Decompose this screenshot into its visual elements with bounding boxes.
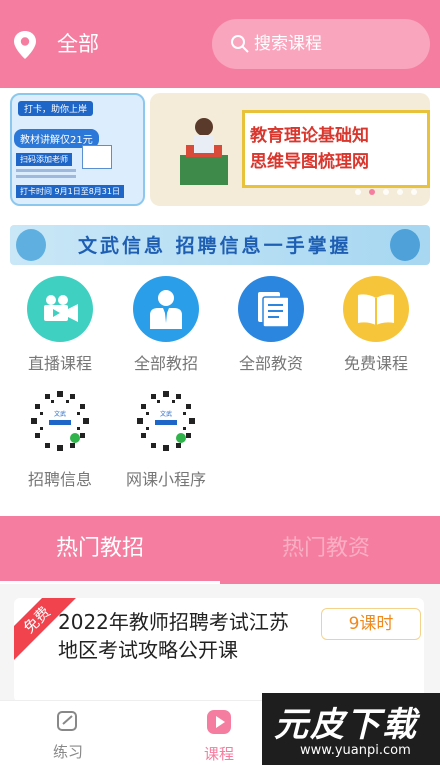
carousel-dot[interactable] (355, 189, 361, 195)
grid-item-online-course-miniprogram[interactable]: 文武 网课小程序 (118, 388, 214, 490)
location-selector[interactable]: 全部 (57, 30, 99, 58)
banner-card-left[interactable]: 打卡，助你上岸 教材讲解仅21元 扫码添加老师 打卡时间 9月1日至8月31日 (10, 93, 145, 206)
banner-qr-icon (82, 145, 112, 169)
carousel-dot[interactable] (383, 189, 389, 195)
video-camera-icon (27, 276, 93, 342)
document-icon (238, 276, 304, 342)
grid-label: 招聘信息 (27, 470, 92, 489)
grid-item-free-course[interactable]: 免费课程 (328, 276, 424, 374)
grid-item-all-recruitment[interactable]: 全部教招 (118, 276, 214, 374)
grid-item-all-qualification[interactable]: 全部教资 (223, 276, 319, 374)
home-content: 打卡，助你上岸 教材讲解仅21元 扫码添加老师 打卡时间 9月1日至8月31日 … (0, 88, 440, 516)
grid-label: 全部教资 (238, 354, 303, 373)
student-illustration-icon (180, 118, 228, 185)
tab-hot-qualification[interactable]: 热门教资 (282, 534, 370, 564)
nav-course[interactable]: 课程 (189, 709, 249, 764)
banner-tag-top: 打卡，助你上岸 (18, 101, 94, 116)
nav-practice[interactable]: 练习 (38, 709, 98, 762)
book-icon (343, 276, 409, 342)
banner-line (16, 175, 76, 178)
watermark-url: www.yuanpi.com (300, 743, 411, 758)
grid-item-live-course[interactable]: 直播课程 (12, 276, 108, 374)
recruitment-banner-text: 文武信息 招聘信息一手掌握 (78, 235, 352, 257)
mini-program-code-icon: 文武 (134, 389, 198, 453)
grid-label: 直播课程 (27, 354, 92, 373)
teacher-icon (133, 276, 199, 342)
watermark-brand-b: 下载 (346, 705, 418, 745)
person-illustration-icon (390, 229, 420, 261)
carousel-dot[interactable] (397, 189, 403, 195)
carousel-dot-active[interactable] (369, 189, 375, 195)
recruitment-info-banner[interactable]: 文武信息 招聘信息一手掌握 (10, 225, 430, 265)
banner-title-line1: 教育理论基础知 (250, 126, 369, 146)
grid-label: 免费课程 (343, 354, 408, 373)
person-illustration-icon (16, 229, 46, 261)
banner-title-line2: 思维导图梳理网 (250, 152, 369, 172)
course-title: 2022年教师招聘考试江苏地区考试攻略公开课 (58, 610, 289, 662)
site-watermark: 元皮下载 www.yuanpi.com (262, 693, 440, 765)
search-bar[interactable]: 搜索课程 (212, 19, 430, 69)
top-header: 全部 搜索课程 (0, 0, 440, 88)
course-card[interactable]: 免费 2022年教师招聘考试江苏地区考试攻略公开课 9课时 (14, 598, 424, 702)
nav-practice-label: 练习 (52, 743, 83, 761)
banner-line (16, 169, 76, 172)
mini-program-code-icon: 文武 (28, 389, 92, 453)
carousel-dot[interactable] (411, 189, 417, 195)
course-hours-badge: 9课时 (321, 608, 421, 640)
tab-hot-recruitment[interactable]: 热门教招 (56, 534, 144, 564)
course-tabs: 热门教招 热门教资 (0, 516, 440, 584)
banner-tag-teacher: 扫码添加老师 (16, 153, 72, 166)
watermark-brand-a: 元皮 (274, 705, 346, 745)
search-icon (231, 35, 249, 53)
active-tab-indicator (0, 581, 220, 584)
grid-item-recruitment-info[interactable]: 文武 招聘信息 (12, 388, 108, 490)
carousel-indicator (355, 189, 417, 195)
watermark-logo: 元皮下载 (274, 697, 418, 746)
banner-tag-time: 打卡时间 9月1日至8月31日 (16, 185, 124, 198)
edit-icon (57, 711, 77, 731)
grid-label: 全部教招 (133, 354, 198, 373)
nav-course-label: 课程 (203, 745, 234, 763)
svg-text:文武: 文武 (160, 410, 172, 418)
play-icon (207, 710, 231, 734)
location-pin-icon[interactable] (12, 30, 38, 60)
banner-carousel[interactable]: 打卡，助你上岸 教材讲解仅21元 扫码添加老师 打卡时间 9月1日至8月31日 … (10, 93, 430, 206)
search-placeholder: 搜索课程 (254, 34, 322, 54)
grid-label: 网课小程序 (125, 470, 206, 489)
svg-text:文武: 文武 (54, 410, 66, 418)
